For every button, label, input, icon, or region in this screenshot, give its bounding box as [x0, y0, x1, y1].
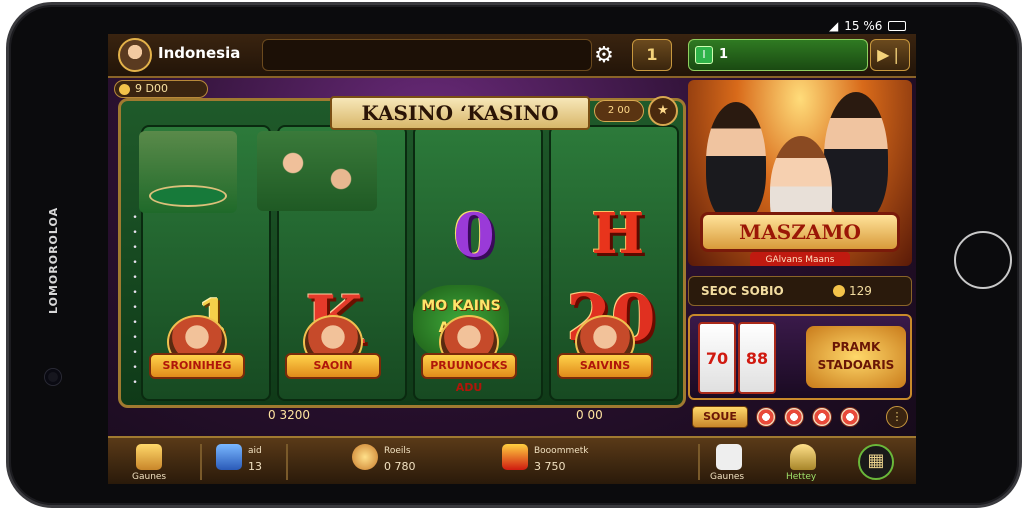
battery-icon [888, 21, 907, 31]
chip-icon[interactable] [784, 407, 804, 427]
nav-item-aid[interactable]: aid 13 [212, 442, 282, 482]
mini-slot-logo: PRAMK STADOARIS [806, 326, 906, 388]
table-felt [149, 185, 227, 207]
menu-icon[interactable]: ⋮ [886, 406, 908, 428]
nav-divider [286, 444, 288, 480]
nav-value: 3 750 [534, 460, 566, 473]
mini-slot-game[interactable]: 70 88 PRAMK STADOARIS [688, 314, 912, 400]
promo-panel: MASZAMO GAlvans Maans SEOC SOBIO 129 70 … [688, 80, 912, 432]
host-figure [706, 102, 766, 222]
top-bar: Indonesia ⚙ 1 I 1 ▶❘ [108, 34, 916, 78]
chip-icon[interactable] [840, 407, 860, 427]
mini-reel: 88 [738, 322, 776, 394]
gear-icon[interactable]: ⚙ [590, 42, 618, 70]
nav-label: aid [248, 446, 262, 456]
nav-value: 0 780 [384, 460, 416, 473]
status-text: 15 %6 [844, 19, 883, 33]
players-image [257, 131, 377, 211]
coin-counter: 9 D00 [114, 80, 208, 98]
slot-footer-coins: 0 00 [576, 408, 603, 422]
game-screen: Indonesia ⚙ 1 I 1 ▶❘ 9 D00 • • • • • • • • • • • • … [108, 34, 916, 484]
spin-button[interactable]: SOUE [692, 406, 748, 428]
nav-label: Roeils [384, 446, 411, 456]
nav-item-more-games[interactable]: Gaunes [708, 442, 752, 482]
coin-icon [119, 84, 130, 95]
slot-machine[interactable]: •••••••••••• 1 K 0 H 20 MO KAINS ACOD SR… [118, 98, 686, 408]
chip-row: SOUE ⋮ [688, 404, 912, 432]
cards-icon [216, 444, 242, 470]
nav-label: Gaunes [132, 472, 167, 482]
banner-badge: 2 00 [594, 100, 644, 122]
nav-item-games[interactable]: Gaunes [130, 442, 190, 482]
coin-icon [833, 285, 845, 297]
character-label-3: PRUUNOCKS ADU [421, 353, 517, 394]
nav-item-rewards[interactable]: Roeils 0 780 [348, 442, 438, 482]
wifi-icon: ◢ [829, 19, 839, 33]
nav-label: Booommetk [534, 446, 589, 456]
side-label: LOMOROROLOA [47, 206, 60, 314]
status-bar: ◢ 15 %6 [829, 19, 907, 33]
promo-subtitle: GAlvans Maans [750, 252, 850, 266]
promo-sign: MASZAMO [700, 212, 900, 252]
hero-image[interactable]: MASZAMO GAlvans Maans [688, 80, 912, 266]
balance-bar[interactable]: I 1 [688, 39, 868, 71]
clock-icon [352, 444, 378, 470]
gift-icon [502, 444, 528, 470]
trophy-icon [790, 444, 816, 470]
nav-label: Gaunes [710, 472, 745, 482]
camera-lens [45, 369, 61, 385]
forward-icon[interactable]: ▶❘ [870, 39, 910, 71]
character-label-4: SAIVINS [557, 353, 653, 379]
nav-label: Hettey [786, 472, 817, 482]
slot-footer-value: 0 3200 [268, 408, 310, 422]
search-input[interactable] [262, 39, 592, 71]
jackpot-title: SEOC SOBIO [701, 284, 784, 298]
nav-divider [200, 444, 202, 480]
host-figure [824, 92, 888, 222]
nav-item-bonus[interactable]: Booommetk 3 750 [498, 442, 618, 482]
avatar[interactable] [118, 38, 152, 72]
chip-icon[interactable] [756, 407, 776, 427]
coin-icon[interactable]: ★ [648, 96, 678, 126]
chip-icon[interactable] [812, 407, 832, 427]
nav-item-history[interactable]: Hettey [778, 442, 828, 482]
action-button[interactable]: 1 [632, 39, 672, 71]
balance-value: 1 [719, 47, 729, 62]
home-button[interactable] [954, 231, 1012, 289]
grid-menu-icon[interactable]: ▦ [858, 444, 894, 480]
jackpot-value: 129 [849, 284, 872, 298]
mini-reel: 70 [698, 322, 736, 394]
jackpot-row[interactable]: SEOC SOBIO 129 [688, 276, 912, 306]
coin-value: 9 D00 [135, 82, 168, 95]
payline-markers: • • • • • • • • • • • • [132, 213, 138, 388]
bottom-nav: Gaunes aid 13 Roeils 0 780 Booommetk 3 7… [108, 436, 916, 484]
dice-icon [716, 444, 742, 470]
game-title-banner: KASINO ‘KASINO [330, 96, 590, 130]
casino-table-image [139, 131, 237, 213]
balance-chip-icon: I [695, 46, 713, 64]
symbol-zero: 0 [453, 201, 495, 271]
country-label: Indonesia [158, 44, 241, 62]
character-label-2: SAOIN [285, 353, 381, 379]
symbol-h: H [591, 201, 645, 267]
character-label-1: SROINIHEG [149, 353, 245, 379]
nav-value: 13 [248, 460, 262, 473]
nav-divider [698, 444, 700, 480]
horseshoe-icon [136, 444, 162, 470]
